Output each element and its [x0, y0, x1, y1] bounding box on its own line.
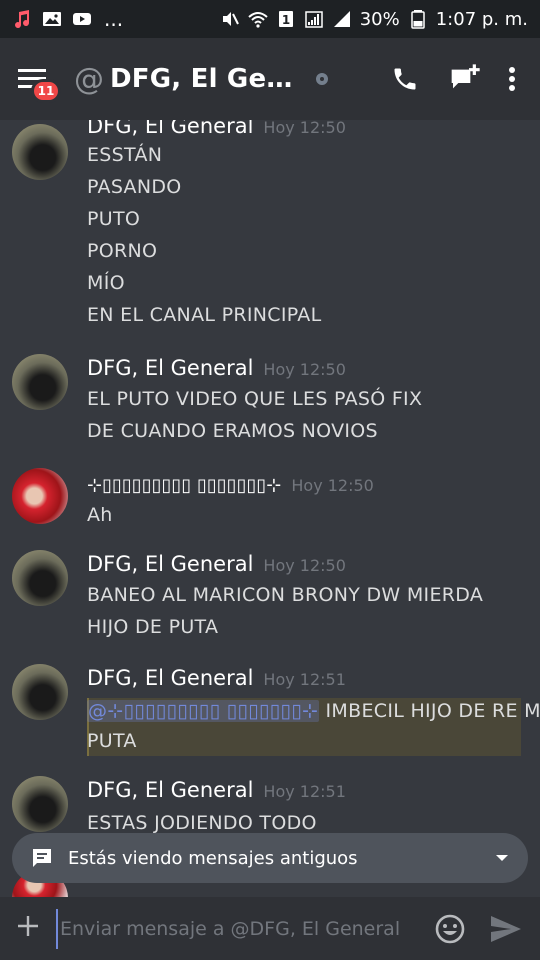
call-button[interactable]	[382, 56, 428, 102]
signal-icon	[304, 11, 323, 28]
message-text: HIJO DE PUTA	[87, 616, 219, 638]
avatar[interactable]	[12, 124, 68, 180]
author-name: DFG, El General	[87, 778, 254, 802]
message-text: @⊹▯▯▯▯▯▯▯▯▯ ▯▯▯▯▯▯▯⊹ IMBECIL HIJO DE RE …	[87, 700, 540, 722]
chat-bubble-icon	[30, 846, 54, 870]
add-chat-icon	[451, 64, 480, 89]
avatar[interactable]	[12, 664, 68, 720]
status-bar-system: 1 30% 1:07 p. m.	[220, 9, 528, 30]
phone-icon	[394, 68, 416, 90]
avatar[interactable]	[12, 776, 68, 832]
youtube-icon	[73, 13, 91, 25]
message-text: DE CUANDO ERAMOS NOVIOS	[87, 420, 378, 442]
message-text: PASANDO	[87, 176, 182, 198]
avatar[interactable]	[12, 354, 68, 410]
add-attachment-button[interactable]	[14, 911, 42, 946]
message-timestamp: Hoy 12:50	[263, 120, 346, 137]
message-text: BANEO AL MARICON BRONY DW MIERDA	[87, 584, 484, 606]
author-name: DFG, El General	[87, 552, 254, 576]
wifi-icon	[248, 12, 268, 28]
message-text: PORNO	[87, 240, 158, 262]
emoji-icon	[435, 914, 465, 943]
avatar[interactable]	[12, 550, 68, 606]
battery-icon	[410, 10, 425, 29]
presence-status-icon	[316, 73, 328, 85]
avatar[interactable]	[12, 468, 68, 524]
message-author[interactable]: DFG, El General Hoy 12:51	[87, 666, 346, 690]
message-timestamp: Hoy 12:50	[263, 360, 346, 379]
message-text: EN EL CANAL PRINCIPAL	[87, 304, 322, 326]
message-author[interactable]: DFG, El General Hoy 12:51	[87, 778, 346, 802]
mute-icon	[222, 12, 239, 26]
channel-header: 11 @ DFG, El Gen...	[0, 38, 540, 120]
image-icon	[43, 12, 61, 26]
old-messages-banner[interactable]: Estás viendo mensajes antiguos	[12, 833, 528, 883]
more-notifications: ...	[104, 7, 124, 31]
user-mention[interactable]: @⊹▯▯▯▯▯▯▯▯▯ ▯▯▯▯▯▯▯⊹	[87, 700, 320, 722]
message-input[interactable]: Enviar mensaje a @DFG, El General	[56, 908, 414, 949]
message-text: PUTO	[87, 208, 141, 230]
chevron-down-icon[interactable]	[494, 853, 510, 863]
status-bar: ... 1 30% 1:07 p. m.	[0, 0, 540, 38]
message-text: EL PUTO VIDEO QUE LES PASÓ FIX	[87, 388, 423, 410]
message-text: ESTAS JODIENDO TODO	[87, 812, 317, 834]
message-author[interactable]: DFG, El General Hoy 12:50	[87, 356, 346, 380]
author-name: ⊹▯▯▯▯▯▯▯▯▯ ▯▯▯▯▯▯▯⊹	[87, 475, 282, 496]
plus-icon	[18, 916, 38, 936]
new-group-dm-button[interactable]	[442, 56, 488, 102]
author-name: DFG, El General	[87, 356, 254, 380]
signal2-icon	[333, 11, 350, 27]
menu-button[interactable]: 11	[16, 59, 61, 103]
channel-title[interactable]: DFG, El Gen...	[110, 64, 300, 94]
author-name: DFG, El General	[87, 120, 254, 138]
battery-percentage: 30%	[359, 8, 400, 30]
message-timestamp: Hoy 12:51	[263, 670, 346, 689]
message-text: PUTA	[87, 730, 137, 752]
mentions-badge: 11	[31, 79, 61, 103]
message-text: Ah	[87, 504, 113, 526]
clock: 1:07 p. m.	[435, 8, 528, 30]
message-composer: Enviar mensaje a @DFG, El General	[0, 897, 540, 960]
old-messages-label: Estás viendo mensajes antiguos	[68, 847, 358, 869]
message-input-placeholder: Enviar mensaje a @DFG, El General	[60, 917, 401, 940]
message-timestamp: Hoy 12:51	[263, 782, 346, 801]
svg-text:1: 1	[282, 13, 290, 27]
message-author[interactable]: DFG, El General Hoy 12:50	[87, 552, 346, 576]
message-timestamp: Hoy 12:50	[291, 476, 374, 495]
sim1-icon: 1	[278, 11, 293, 27]
message-text: MÍO	[87, 272, 125, 294]
music-icon	[15, 10, 30, 29]
message-author[interactable]: ⊹▯▯▯▯▯▯▯▯▯ ▯▯▯▯▯▯▯⊹ Hoy 12:50	[87, 472, 374, 496]
send-button[interactable]	[486, 909, 526, 949]
status-bar-notifications: ...	[12, 7, 123, 31]
send-icon	[491, 915, 521, 942]
kebab-menu-icon	[509, 67, 515, 91]
message-list[interactable]: DFG, El General Hoy 12:50 ESSTÁN PASANDO …	[0, 120, 540, 834]
message-author[interactable]: DFG, El General Hoy 12:50	[87, 120, 346, 138]
message-text: ESSTÁN	[87, 144, 163, 166]
at-icon: @	[74, 61, 104, 97]
message-text-segment: IMBECIL HIJO DE RE MIL	[319, 700, 540, 722]
author-name: DFG, El General	[87, 666, 254, 690]
emoji-button[interactable]	[430, 909, 470, 949]
message-timestamp: Hoy 12:50	[263, 556, 346, 575]
more-options-button[interactable]	[500, 56, 524, 102]
